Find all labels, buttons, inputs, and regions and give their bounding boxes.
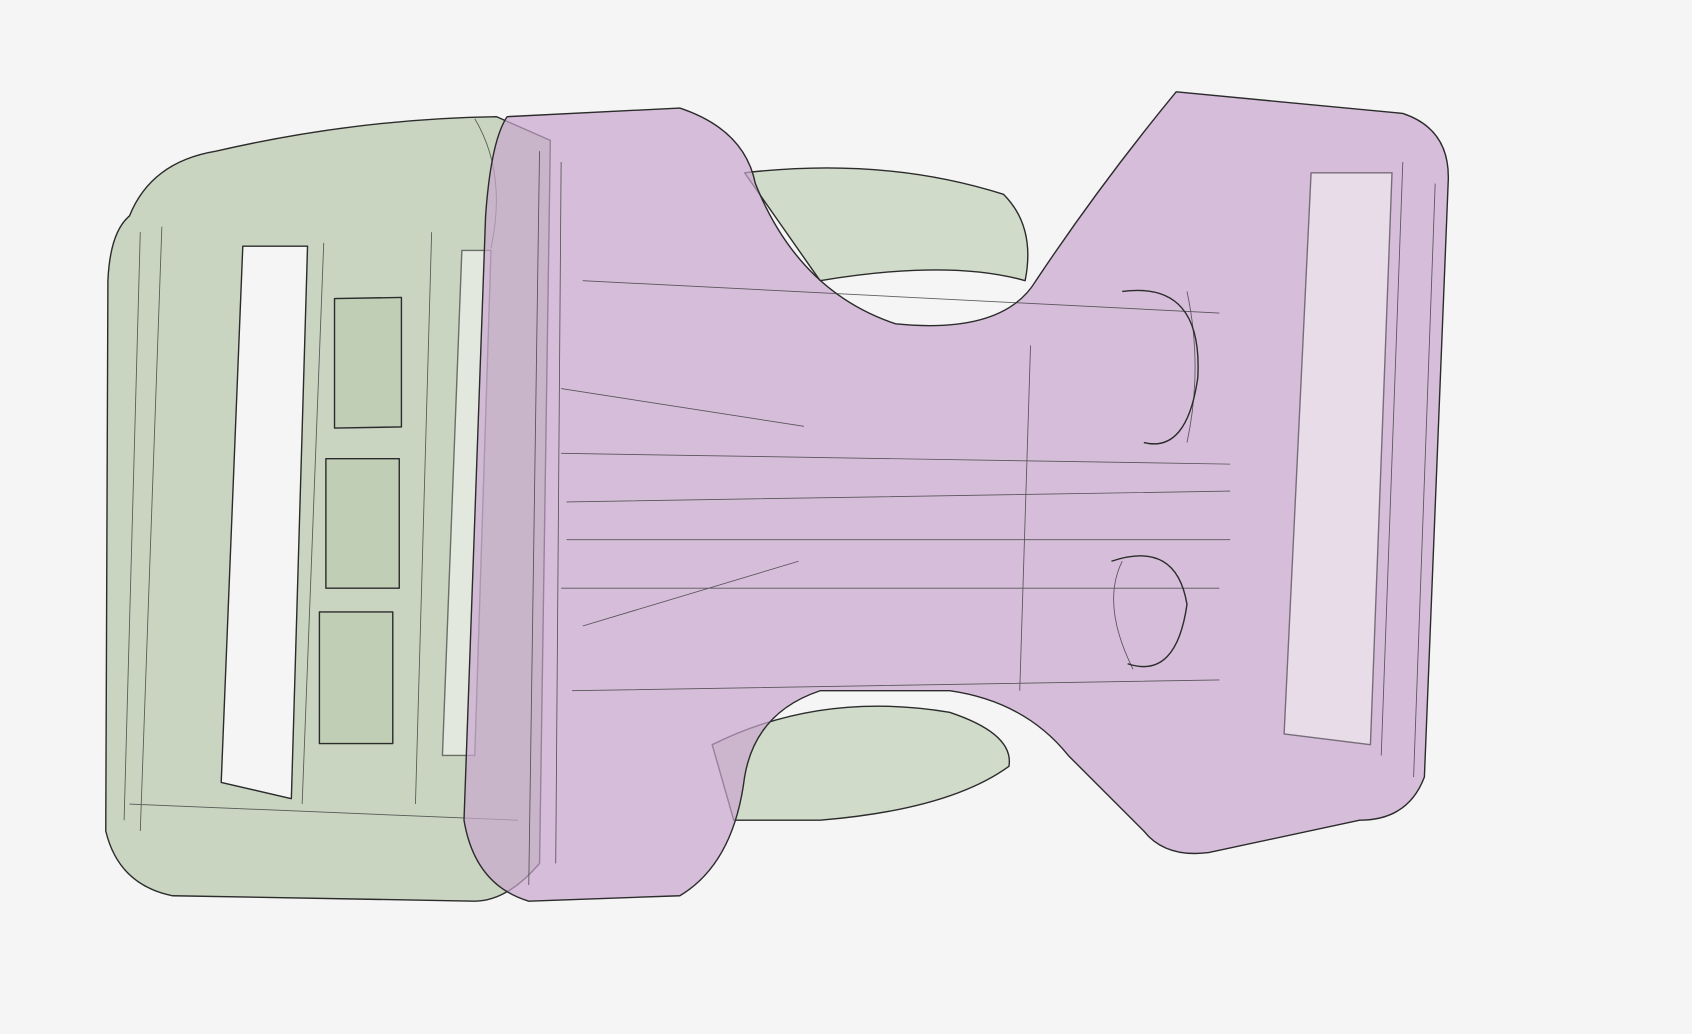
cad-3d-viewport[interactable] — [0, 0, 1692, 1034]
buckle-model[interactable] — [0, 0, 1692, 1034]
male-tooth-2 — [325, 458, 400, 589]
male-tooth-1 — [333, 296, 403, 429]
male-tooth-3 — [318, 611, 394, 745]
